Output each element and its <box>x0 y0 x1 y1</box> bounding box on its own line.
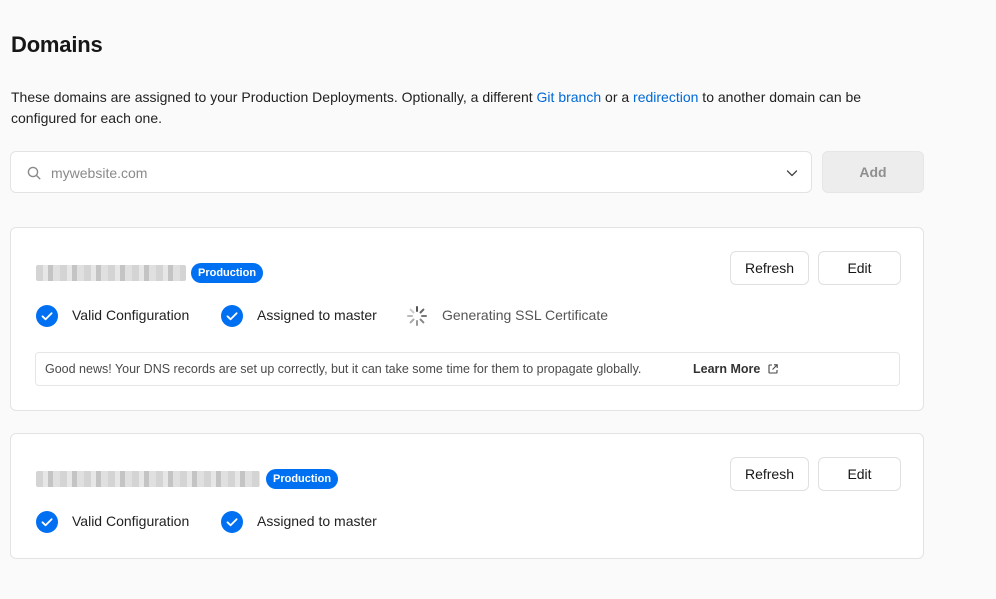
edit-button[interactable]: Edit <box>818 457 901 491</box>
page-description: These domains are assigned to your Produ… <box>11 87 911 129</box>
description-prefix: These domains are assigned to your Produ… <box>11 89 537 105</box>
check-circle-icon <box>221 511 243 533</box>
refresh-button[interactable]: Refresh <box>730 457 809 491</box>
domain-card: Production Refresh Edit Valid Configurat… <box>10 433 924 559</box>
status-row: Valid Configuration Assigned to master <box>36 511 896 533</box>
check-circle-icon <box>36 511 58 533</box>
external-link-icon[interactable] <box>767 363 779 375</box>
check-circle-icon <box>36 305 58 327</box>
add-domain-row: Add <box>10 151 924 193</box>
status-label: Assigned to master <box>257 307 377 323</box>
dns-info-text: Good news! Your DNS records are set up c… <box>45 362 642 376</box>
domain-card: Production Refresh Edit Valid Configurat… <box>10 227 924 411</box>
check-circle-icon <box>221 305 243 327</box>
domain-search-box[interactable] <box>10 151 812 193</box>
learn-more-link[interactable]: Learn More <box>693 362 760 376</box>
status-row: Valid Configuration Assigned to master <box>36 305 896 327</box>
production-badge: Production <box>191 263 264 283</box>
edit-button[interactable]: Edit <box>818 251 901 285</box>
spinner-icon <box>407 306 427 326</box>
redirection-link[interactable]: redirection <box>633 89 698 105</box>
git-branch-link[interactable]: Git branch <box>537 89 602 105</box>
status-label: Valid Configuration <box>72 307 190 323</box>
refresh-button[interactable]: Refresh <box>730 251 809 285</box>
status-label: Generating SSL Certificate <box>442 307 609 323</box>
status-label: Assigned to master <box>257 513 377 529</box>
domain-name-redacted[interactable] <box>36 265 186 281</box>
production-badge: Production <box>266 469 339 489</box>
add-domain-button[interactable]: Add <box>822 151 924 193</box>
dns-info-box: Good news! Your DNS records are set up c… <box>35 352 900 386</box>
page-title: Domains <box>11 32 103 57</box>
domain-name-redacted[interactable] <box>36 471 260 487</box>
domain-search-input[interactable] <box>51 161 771 185</box>
search-icon <box>27 166 41 180</box>
chevron-down-icon[interactable] <box>785 166 799 180</box>
description-middle: or a <box>601 89 634 105</box>
status-label: Valid Configuration <box>72 513 190 529</box>
domains-page: Domains These domains are assigned to yo… <box>0 0 996 599</box>
